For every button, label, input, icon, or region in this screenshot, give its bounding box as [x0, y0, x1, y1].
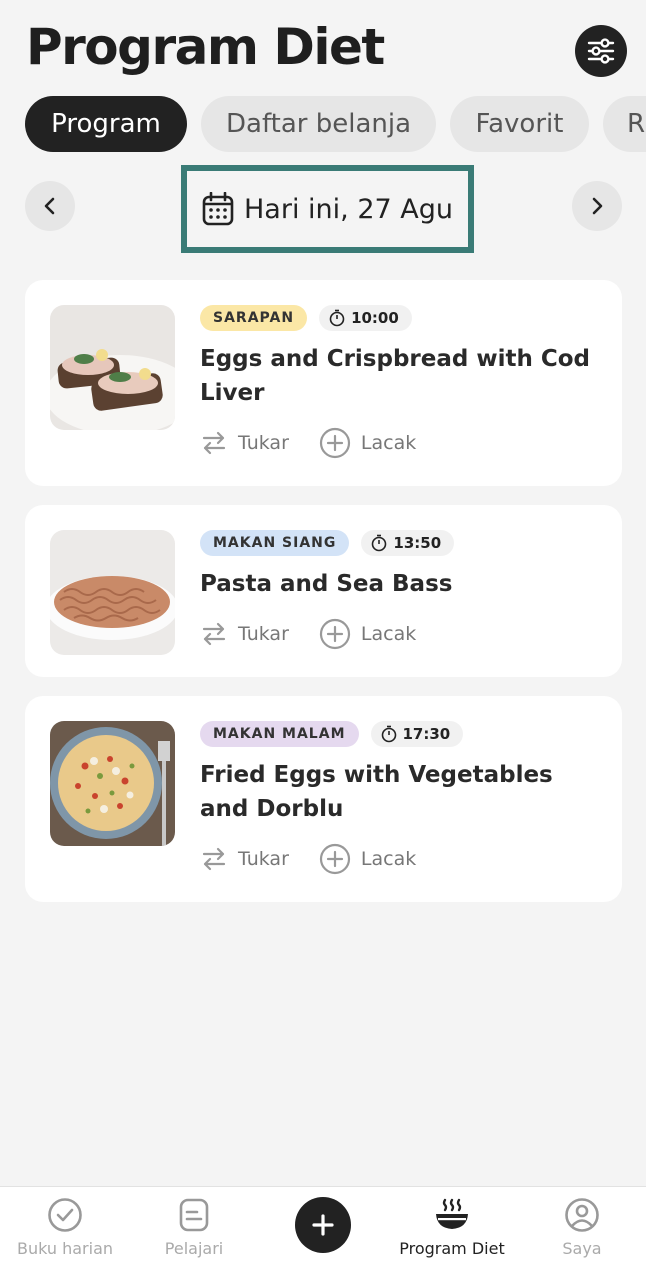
meal-time-label: 17:30	[402, 725, 451, 743]
swap-label: Tukar	[238, 432, 289, 454]
calendar-icon	[202, 192, 234, 226]
meal-type-badge: SARAPAN	[200, 305, 308, 331]
meal-actions: Tukar Lacak	[200, 616, 416, 652]
tab-daftar-belanja[interactable]: Daftar belanja	[201, 96, 436, 152]
nav-label: Saya	[562, 1239, 602, 1258]
plus-circle-icon	[319, 427, 350, 459]
filter-button[interactable]	[575, 25, 627, 77]
meal-name: Pasta and Sea Bass	[200, 571, 453, 597]
meal-actions: Tukar Lacak	[200, 425, 416, 461]
nav-buku-harian[interactable]: Buku harian	[0, 1197, 130, 1258]
meal-time: 10:00	[319, 305, 412, 331]
sliders-icon	[587, 38, 615, 64]
plus-circle-icon	[319, 843, 350, 875]
stopwatch-icon	[372, 534, 387, 552]
food-bowl-icon	[436, 1198, 468, 1229]
chevron-left-icon	[44, 197, 55, 215]
nav-saya[interactable]: Saya	[517, 1197, 646, 1258]
track-button[interactable]: Lacak	[319, 841, 416, 877]
nav-pelajari[interactable]: Pelajari	[129, 1197, 259, 1258]
tab-favorit[interactable]: Favorit	[450, 96, 589, 152]
track-button[interactable]: Lacak	[319, 616, 416, 652]
meal-badges: MAKAN MALAM 17:30	[200, 721, 464, 747]
bottom-navigation: Buku harian Pelajari Program Diet Saya	[0, 1186, 646, 1280]
meal-type-badge: MAKAN MALAM	[200, 721, 359, 747]
meal-type-badge: MAKAN SIANG	[200, 530, 350, 556]
swap-icon	[202, 847, 226, 871]
meal-image	[50, 721, 175, 846]
date-selector[interactable]: Hari ini, 27 Agu	[181, 165, 474, 253]
meal-badges: SARAPAN 10:00	[200, 305, 412, 331]
swap-button[interactable]: Tukar	[200, 841, 289, 877]
meal-image	[50, 305, 175, 430]
tab-program[interactable]: Program	[25, 96, 187, 152]
plus-icon	[312, 1214, 334, 1236]
stopwatch-icon	[381, 725, 396, 743]
header: Program Diet	[0, 0, 646, 90]
previous-day-button[interactable]	[25, 181, 75, 231]
add-button[interactable]	[295, 1197, 351, 1253]
page-title: Program Diet	[26, 18, 385, 76]
meal-card-lunch[interactable]: MAKAN SIANG 13:50 Pasta and Sea Bass Tuk…	[25, 505, 622, 677]
chevron-right-icon	[592, 197, 603, 215]
nav-label: Pelajari	[164, 1239, 224, 1258]
nav-label: Program Diet	[399, 1239, 505, 1258]
track-label: Lacak	[360, 848, 417, 870]
meal-time: 13:50	[361, 530, 455, 556]
track-button[interactable]: Lacak	[319, 425, 416, 461]
tab-resep[interactable]: R	[603, 96, 646, 152]
swap-label: Tukar	[238, 848, 289, 870]
user-icon	[565, 1198, 599, 1232]
tab-bar: Program Daftar belanja Favorit R	[25, 96, 646, 152]
meal-actions: Tukar Lacak	[200, 841, 416, 877]
meal-card-breakfast[interactable]: SARAPAN 10:00 Eggs and Crispbread with C…	[25, 280, 622, 486]
check-circle-icon	[48, 1198, 82, 1232]
stopwatch-icon	[329, 309, 345, 327]
meal-name: Fried Eggs with Vegetables and Dorblu	[200, 762, 553, 822]
track-label: Lacak	[360, 432, 417, 454]
meal-time: 17:30	[370, 721, 464, 747]
plus-circle-icon	[319, 618, 350, 650]
swap-label: Tukar	[238, 623, 289, 645]
nav-label: Buku harian	[16, 1239, 114, 1258]
meal-image	[50, 530, 175, 655]
meal-name: Eggs and Crispbread with Cod Liver	[200, 346, 591, 406]
next-day-button[interactable]	[572, 181, 622, 231]
meal-badges: MAKAN SIANG 13:50	[200, 530, 455, 556]
swap-button[interactable]: Tukar	[200, 616, 289, 652]
swap-button[interactable]: Tukar	[200, 425, 289, 461]
date-label: Hari ini, 27 Agu	[244, 193, 453, 225]
swap-icon	[202, 431, 226, 455]
document-icon	[179, 1198, 209, 1232]
meal-time-label: 13:50	[393, 534, 442, 552]
nav-program-diet[interactable]: Program Diet	[387, 1197, 517, 1258]
track-label: Lacak	[360, 623, 417, 645]
swap-icon	[202, 622, 226, 646]
date-navigation: Hari ini, 27 Agu	[0, 165, 646, 255]
meal-card-dinner[interactable]: MAKAN MALAM 17:30 Fried Eggs with Vegeta…	[25, 696, 622, 902]
meal-time-label: 10:00	[351, 309, 399, 327]
